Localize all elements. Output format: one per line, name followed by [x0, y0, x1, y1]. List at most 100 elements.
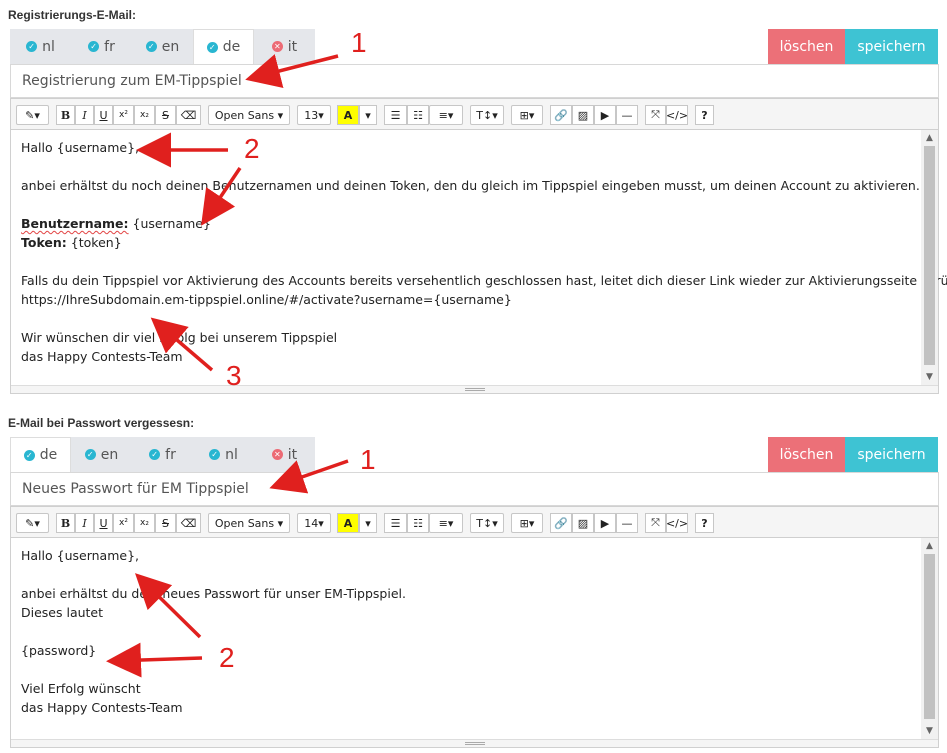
color-dropdown-caret[interactable]: ▾ — [359, 105, 377, 125]
subscript-button[interactable]: x₂ — [134, 105, 155, 125]
help-icon[interactable]: ? — [695, 105, 714, 125]
italic-button[interactable]: I — [75, 513, 94, 533]
unordered-list-icon[interactable]: ☷ — [407, 105, 429, 125]
scroll-down-icon[interactable]: ▼ — [921, 724, 938, 738]
ordered-list-icon[interactable]: ☰ — [384, 513, 407, 533]
eraser-icon[interactable]: ⌫ — [176, 105, 201, 125]
greeting-line: Hallo {username}, — [21, 140, 139, 155]
strikethrough-button[interactable]: S — [155, 513, 176, 533]
username-line: Benutzername: {username} — [21, 216, 211, 231]
editor-content[interactable]: Hallo {username}, anbei erhältst du dein… — [21, 546, 406, 717]
save-button[interactable]: speichern — [845, 437, 938, 472]
scroll-down-icon[interactable]: ▼ — [921, 370, 938, 384]
video-icon[interactable]: ▶ — [594, 105, 616, 125]
line-height-dropdown[interactable]: T↕▾ — [470, 513, 504, 533]
table-dropdown[interactable]: ⊞▾ — [511, 105, 543, 125]
check-icon: ✓ — [23, 449, 35, 461]
annotation-label: 1 — [360, 444, 376, 475]
superscript-button[interactable]: x² — [113, 105, 134, 125]
subscript-button[interactable]: x₂ — [134, 513, 155, 533]
editor-toolbar: ✎▾ B I U x² x₂ S ⌫ Open Sans ▾ 14 ▾ A ▾ ☰… — [10, 506, 939, 538]
close-circle-icon: ✕ — [271, 449, 283, 460]
save-button[interactable]: speichern — [845, 29, 938, 64]
table-dropdown[interactable]: ⊞▾ — [511, 513, 543, 533]
editor-scrollbar[interactable]: ▲ ▼ — [921, 130, 938, 385]
help-icon[interactable]: ? — [695, 513, 714, 533]
tab-de[interactable]: ✓ de — [193, 29, 254, 64]
annotation-label: 1 — [351, 27, 367, 58]
token-line: Token: {token} — [21, 235, 122, 250]
tab-fr[interactable]: ✓ fr — [132, 437, 193, 472]
editor-resize-handle[interactable] — [11, 385, 938, 393]
scrollbar-thumb[interactable] — [924, 146, 935, 365]
tab-fr[interactable]: ✓ fr — [71, 29, 132, 64]
code-view-icon[interactable]: </> — [666, 105, 688, 125]
editor-scrollbar[interactable]: ▲ ▼ — [921, 538, 938, 739]
subject-input[interactable]: Registrierung zum EM-Tippspiel — [10, 64, 939, 98]
strikethrough-button[interactable]: S — [155, 105, 176, 125]
email-body-editor[interactable]: Hallo {username}, anbei erhältst du noch… — [10, 130, 947, 394]
italic-button[interactable]: I — [75, 105, 94, 125]
tab-it[interactable]: ✕ it — [254, 29, 315, 64]
color-dropdown-caret[interactable]: ▾ — [359, 513, 377, 533]
annotation-label: 3 — [226, 360, 242, 391]
align-dropdown[interactable]: ≡▾ — [429, 105, 463, 125]
font-family-dropdown[interactable]: Open Sans ▾ — [208, 105, 290, 125]
font-size-dropdown[interactable]: 14 ▾ — [297, 513, 331, 533]
editor-content[interactable]: Hallo {username}, anbei erhältst du noch… — [21, 138, 947, 366]
tab-nl[interactable]: ✓ nl — [193, 437, 254, 472]
fullscreen-icon[interactable]: ⤧ — [645, 105, 666, 125]
check-icon: ✓ — [149, 449, 161, 460]
tab-it[interactable]: ✕ it — [254, 437, 315, 472]
bold-button[interactable]: B — [56, 105, 75, 125]
horizontal-rule-icon[interactable]: — — [616, 105, 638, 125]
horizontal-rule-icon[interactable]: — — [616, 513, 638, 533]
check-icon: ✓ — [145, 41, 157, 52]
annotation-label: 2 — [219, 642, 235, 673]
style-dropdown[interactable]: ✎▾ — [16, 513, 49, 533]
underline-button[interactable]: U — [94, 513, 113, 533]
ordered-list-icon[interactable]: ☰ — [384, 105, 407, 125]
align-dropdown[interactable]: ≡▾ — [429, 513, 463, 533]
font-size-dropdown[interactable]: 13 ▾ — [297, 105, 331, 125]
style-dropdown[interactable]: ✎▾ — [16, 105, 49, 125]
bold-button[interactable]: B — [56, 513, 75, 533]
delete-button[interactable]: löschen — [768, 437, 845, 472]
check-icon: ✓ — [84, 449, 96, 460]
scrollbar-thumb[interactable] — [924, 554, 935, 719]
code-view-icon[interactable]: </> — [666, 513, 688, 533]
signature-line: das Happy Contests-Team — [21, 700, 183, 715]
tab-de[interactable]: ✓ de — [10, 437, 71, 472]
text-color-button[interactable]: A — [337, 513, 359, 533]
check-icon: ✓ — [88, 41, 100, 52]
underline-button[interactable]: U — [94, 105, 113, 125]
text-color-button[interactable]: A — [337, 105, 359, 125]
subject-input[interactable]: Neues Passwort für EM Tippspiel — [10, 472, 939, 506]
tab-en[interactable]: ✓ en — [132, 29, 193, 64]
tab-en[interactable]: ✓ en — [71, 437, 132, 472]
unordered-list-icon[interactable]: ☷ — [407, 513, 429, 533]
image-icon[interactable]: ▨ — [572, 105, 594, 125]
delete-button[interactable]: löschen — [768, 29, 845, 64]
video-icon[interactable]: ▶ — [594, 513, 616, 533]
language-tabs: ✓ nl ✓ fr ✓ en ✓ de ✕ it — [10, 29, 315, 64]
email-body-editor[interactable]: Hallo {username}, anbei erhältst du dein… — [10, 538, 939, 748]
scroll-up-icon[interactable]: ▲ — [921, 131, 938, 145]
font-family-dropdown[interactable]: Open Sans ▾ — [208, 513, 290, 533]
link-icon[interactable]: 🔗 — [550, 105, 572, 125]
section-title: E-Mail bei Passwort vergessesn: — [8, 416, 195, 430]
tab-nl[interactable]: ✓ nl — [10, 29, 71, 64]
fullscreen-icon[interactable]: ⤧ — [645, 513, 666, 533]
eraser-icon[interactable]: ⌫ — [176, 513, 201, 533]
line-height-dropdown[interactable]: T↕▾ — [470, 105, 504, 125]
link-icon[interactable]: 🔗 — [550, 513, 572, 533]
editor-resize-handle[interactable] — [11, 739, 938, 747]
image-icon[interactable]: ▨ — [572, 513, 594, 533]
scroll-up-icon[interactable]: ▲ — [921, 539, 938, 553]
superscript-button[interactable]: x² — [113, 513, 134, 533]
